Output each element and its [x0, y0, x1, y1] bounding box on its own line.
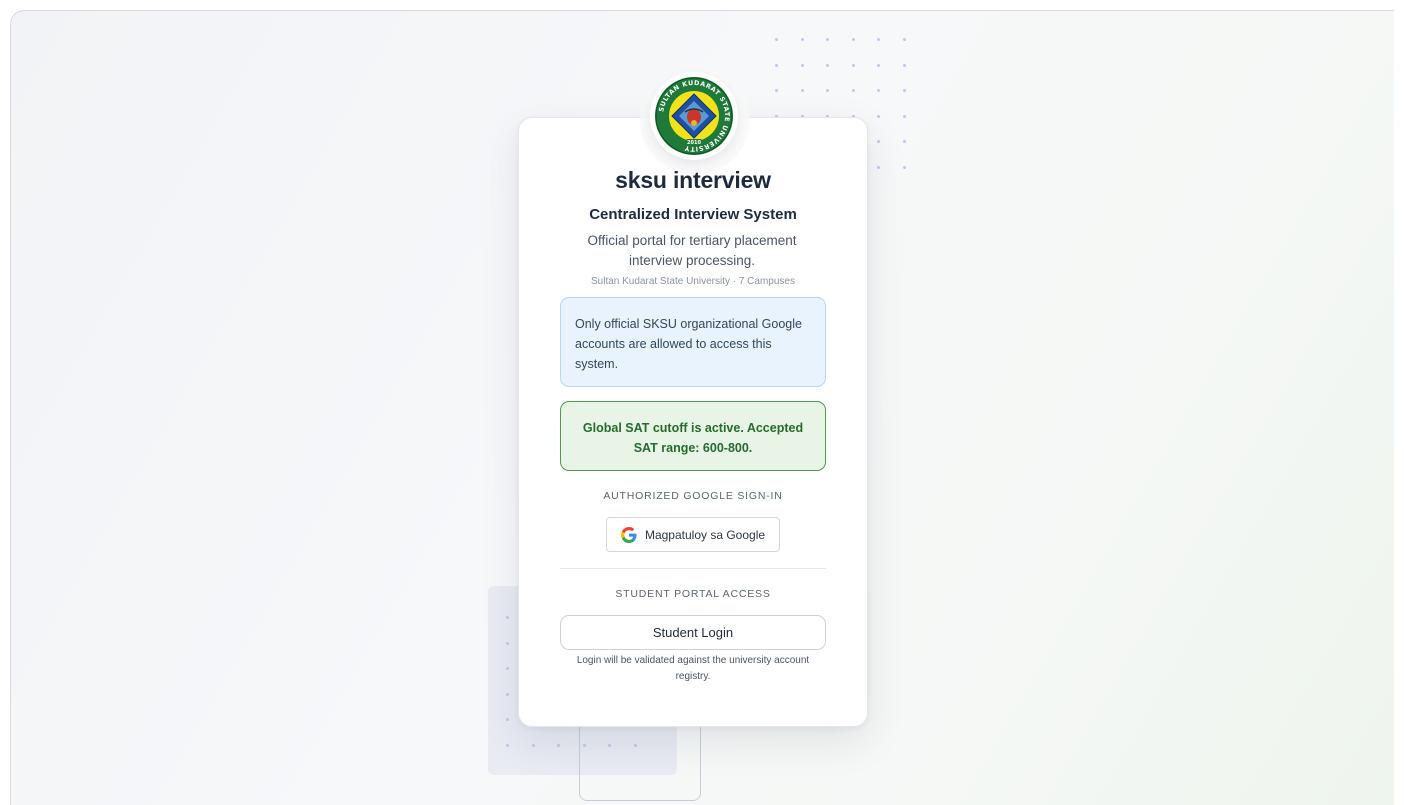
decorative-dot: [903, 166, 906, 169]
decorative-dot: [877, 140, 881, 144]
sat-cutoff-text: Global SAT cutoff is active. Accepted SA…: [582, 421, 804, 455]
google-g-icon: [620, 526, 637, 543]
decorative-dot: [800, 63, 804, 67]
student-login-label: Student Login: [652, 625, 734, 640]
decorative-dot: [903, 38, 906, 41]
decorative-dot: [775, 63, 778, 67]
app-description: Official portal for tertiary placement i…: [587, 233, 797, 268]
decorative-dot: [506, 616, 509, 619]
decorative-dot: [877, 63, 881, 67]
app-title: sksu interview: [615, 167, 771, 193]
decorative-dot: [800, 89, 804, 93]
decorative-dot: [877, 114, 881, 118]
decorative-dot: [800, 38, 804, 41]
google-sign-in-button[interactable]: Magpatuloy sa Google: [606, 517, 780, 552]
decorative-dot: [775, 89, 778, 93]
decorative-dot: [506, 692, 509, 696]
decorative-dot: [851, 63, 855, 67]
decorative-dot: [851, 38, 855, 41]
decorative-dot: [775, 38, 778, 41]
google-button-label: Magpatuloy sa Google: [644, 527, 766, 542]
decorative-dot: [903, 114, 906, 118]
decorative-dot: [877, 166, 881, 169]
decorative-dot: [506, 641, 509, 645]
decorative-dot: [826, 89, 830, 93]
app-subtitle: Centralized Interview System: [589, 206, 797, 223]
access-info-text: Only official SKSU organizational Google…: [575, 317, 802, 371]
decorative-dot: [506, 744, 509, 747]
decorative-dot: [531, 744, 535, 747]
student-section-label: STUDENT PORTAL ACCESS: [615, 588, 771, 600]
seal-year: 2010: [687, 140, 701, 146]
student-login-button[interactable]: Student Login: [560, 615, 826, 650]
decorative-dot: [877, 38, 881, 41]
decorative-dot: [851, 89, 855, 93]
access-info-notice: Only official SKSU organizational Google…: [560, 297, 826, 387]
decorative-dot: [903, 140, 906, 144]
google-section-label: AUTHORIZED GOOGLE SIGN-IN: [603, 490, 783, 502]
login-validation-note: Login will be validated against the univ…: [576, 655, 810, 682]
university-seal-icon: SULTAN KUDARAT STATE UNIVERSITY 2010: [655, 77, 733, 155]
decorative-dot: [826, 63, 830, 67]
decorative-dot: [826, 38, 830, 41]
decorative-dot: [903, 63, 906, 67]
decorative-dot: [903, 89, 906, 93]
sat-cutoff-notice: Global SAT cutoff is active. Accepted SA…: [560, 401, 826, 471]
decorative-dot: [877, 89, 881, 93]
campus-line: Sultan Kudarat State University · 7 Camp…: [591, 276, 795, 287]
university-seal-logo: SULTAN KUDARAT STATE UNIVERSITY 2010: [650, 72, 738, 160]
section-divider: [560, 568, 826, 569]
